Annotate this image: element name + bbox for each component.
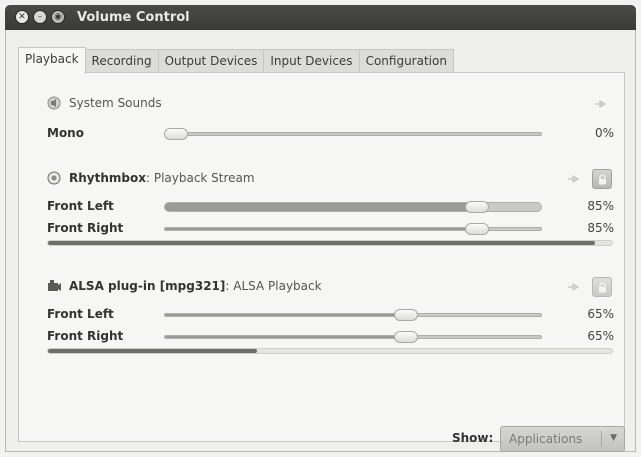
volume-slider-front-right[interactable] [164,330,542,344]
volume-slider-front-left[interactable] [164,200,542,214]
peak-level-meter [47,348,613,354]
channel-label-front-right: Front Right [47,329,124,343]
channel-label-front-left: Front Left [47,307,114,321]
lock-icon [599,174,606,185]
chevron-down-icon: ▼ [610,433,617,443]
mute-icon[interactable] [567,282,581,292]
lock-channels-button[interactable] [592,277,612,297]
maximize-button[interactable]: ◉ [51,10,65,24]
volume-slider-front-left[interactable] [164,308,542,322]
slider-thumb[interactable] [464,201,489,213]
tab-configuration[interactable]: Configuration [358,49,454,73]
stream-app-name: ALSA plug-in [mpg321] [69,279,226,293]
volume-percent: 65% [587,329,614,343]
stream-header-alsa: ALSA plug-in [mpg321] : ALSA Playback [47,279,322,293]
volume-slider-front-right[interactable] [164,222,542,236]
stream-header-rhythmbox: Rhythmbox : Playback Stream [47,171,255,185]
title-bar: ✕ – ◉ Volume Control [5,5,636,30]
show-filter-value: Applications [509,432,583,446]
slider-thumb[interactable] [464,223,489,235]
slider-thumb[interactable] [394,309,419,321]
maximize-icon: ◉ [54,11,62,22]
rhythmbox-icon [47,171,61,185]
show-filter-dropdown[interactable]: Applications ▼ [500,426,625,452]
stream-header-system-sounds: System Sounds [47,96,162,110]
close-button[interactable]: ✕ [15,10,29,24]
playback-panel: System Sounds Mono 0% Rhythmbox : Playba… [18,72,625,452]
show-filter-label: Show: [452,431,494,445]
window-title: Volume Control [77,10,190,25]
channel-label-front-left: Front Left [47,199,114,213]
tab-input-devices[interactable]: Input Devices [263,49,360,73]
volume-percent: 85% [587,199,614,213]
mute-icon[interactable] [594,99,608,109]
peak-level-meter [47,240,613,246]
tab-output-devices[interactable]: Output Devices [157,49,265,73]
volume-control-window: Playback Recording Output Devices Input … [5,30,636,452]
minimize-icon: – [37,11,43,22]
stream-description: : Playback Stream [145,171,255,185]
alsa-plugin-icon [47,279,61,293]
tab-playback[interactable]: Playback [18,47,86,74]
lock-icon [599,282,606,293]
minimize-button[interactable]: – [33,10,47,24]
volume-percent: 85% [587,221,614,235]
stream-description: : ALSA Playback [225,279,322,293]
slider-thumb[interactable] [164,128,188,140]
channel-label-front-right: Front Right [47,221,124,235]
speaker-icon [47,96,61,110]
lock-channels-button[interactable] [592,169,612,189]
tab-recording[interactable]: Recording [84,49,159,73]
channel-label-mono: Mono [47,126,84,140]
volume-percent: 0% [594,126,614,140]
volume-slider-mono[interactable] [164,127,542,141]
slider-thumb[interactable] [394,331,419,343]
close-icon: ✕ [18,11,26,22]
stream-app-name: System Sounds [69,96,162,110]
tab-bar: Playback Recording Output Devices Input … [18,47,454,74]
mute-icon[interactable] [567,174,581,184]
volume-percent: 65% [587,307,614,321]
stream-app-name: Rhythmbox [69,171,146,185]
